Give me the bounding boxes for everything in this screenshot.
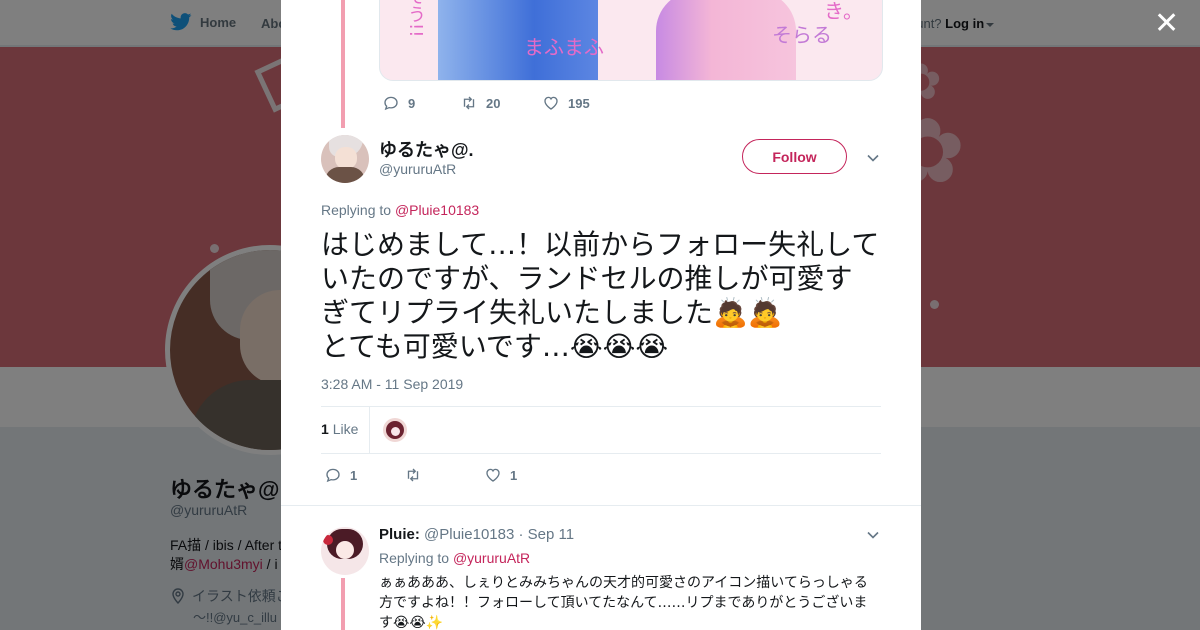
- tweet-text-line: はじめまして…！以前からフォロー失礼して: [321, 228, 880, 261]
- tweet-text-line: ぎてリプライ失礼いたしました🙇🙇: [321, 296, 783, 329]
- chevron-down-icon[interactable]: [866, 528, 880, 542]
- like-button[interactable]: 1: [484, 466, 517, 484]
- media-caption: き。: [824, 0, 863, 23]
- replying-to-link[interactable]: @yururuAtR: [453, 550, 530, 566]
- author-avatar[interactable]: [321, 135, 369, 183]
- reply-tweet-text: ぁぁあああ、しぇりとみみちゃんの天才的可愛さのアイコン描いてらっしゃる 方ですよ…: [379, 573, 879, 630]
- prev-tweet-actions: 9 20 195: [382, 94, 590, 112]
- chevron-down-icon[interactable]: [866, 151, 880, 165]
- replying-to-link[interactable]: @Pluie10183: [395, 202, 479, 218]
- thread-line: [341, 0, 345, 128]
- retweet-button[interactable]: [404, 466, 484, 484]
- tweet-text-line: いたのですが、ランドセルの推しが可愛す: [321, 262, 853, 295]
- reply-button[interactable]: 1: [324, 466, 404, 484]
- replying-label: Replying to: [379, 550, 450, 566]
- follow-button[interactable]: Follow: [742, 139, 847, 174]
- likes-label: Like: [332, 421, 359, 437]
- close-icon[interactable]: ✕: [1154, 9, 1179, 39]
- heart-icon: [486, 468, 500, 482]
- reply-text-line: ぁぁあああ、しぇりとみみちゃんの天才的可愛さのアイコン描いてらっしゃる: [379, 575, 868, 591]
- reply-text-line: す😭😭✨: [379, 615, 444, 630]
- tweet-modal: そう!! まふまふ そらる き。 9 20 195 ゆるたゃ@. @yururu…: [281, 0, 921, 630]
- author-name[interactable]: ゆるたゃ@.: [379, 136, 474, 162]
- divider: [321, 453, 881, 454]
- media-caption: まふまふ: [524, 35, 604, 59]
- retweet-icon: [407, 468, 419, 482]
- like-button[interactable]: 195: [542, 94, 590, 112]
- tweet-text-line: とても可愛いです…😭😭😭: [321, 330, 669, 363]
- reply-author: Pluie: @Pluie10183 · Sep 11: [379, 526, 574, 543]
- divider: [321, 406, 881, 407]
- replying-label: Replying to: [321, 202, 392, 218]
- likes-summary[interactable]: 1 Like: [321, 421, 358, 437]
- reply-text-line: 方ですよね！！フォローして頂いてたなんて……リプまでありがとうございま: [379, 595, 868, 611]
- like-count: 1: [510, 467, 518, 483]
- tweet-timestamp[interactable]: 3:28 AM - 11 Sep 2019: [321, 376, 463, 392]
- reply-date[interactable]: · Sep 11: [518, 526, 574, 543]
- divider: [281, 505, 921, 506]
- heart-icon: [544, 96, 558, 110]
- reply-icon: [384, 96, 398, 111]
- reply-author-name[interactable]: Pluie:: [379, 526, 420, 543]
- author-handle[interactable]: @yururuAtR: [379, 161, 456, 177]
- likes-count: 1: [321, 421, 329, 437]
- retweet-count: 20: [486, 95, 501, 111]
- liker-avatar[interactable]: [383, 418, 407, 442]
- reply-count: 9: [408, 95, 416, 111]
- replying-to: Replying to @Pluie10183: [321, 202, 479, 218]
- reply-replying-to: Replying to @yururuAtR: [379, 550, 530, 566]
- reply-author-handle[interactable]: @Pluie10183: [424, 526, 514, 543]
- focused-tweet-actions: 1 1: [324, 466, 517, 484]
- tweet-text: はじめまして…！以前からフォロー失礼して いたのですが、ランドセルの推しが可愛す…: [321, 228, 886, 364]
- thread-line: [341, 578, 345, 630]
- reply-icon: [326, 468, 340, 483]
- retweet-icon: [463, 96, 475, 110]
- media-caption: そらる: [772, 23, 832, 47]
- like-count: 195: [568, 95, 590, 111]
- tweet-media-image[interactable]: そう!! まふまふ そらる き。: [379, 0, 883, 81]
- reply-author-avatar[interactable]: [321, 527, 369, 575]
- reply-button[interactable]: 9: [382, 94, 460, 112]
- media-caption: そう!!: [405, 0, 426, 38]
- divider: [369, 407, 370, 453]
- reply-count: 1: [350, 467, 358, 483]
- retweet-button[interactable]: 20: [460, 94, 542, 112]
